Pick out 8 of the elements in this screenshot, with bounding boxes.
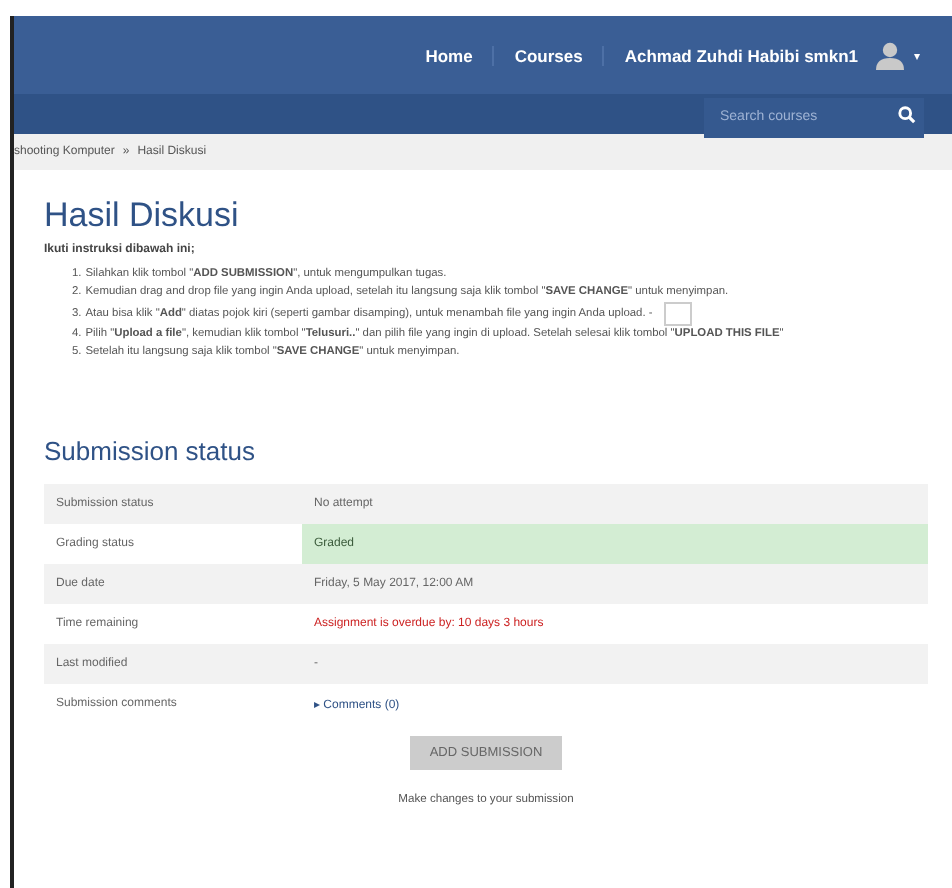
user-name[interactable]: Achmad Zuhdi Habibi smkn1 [604, 45, 866, 65]
page-title: Hasil Diskusi [44, 196, 241, 236]
file-button-icon [664, 302, 693, 326]
avatar-icon[interactable] [874, 41, 906, 69]
section-title: Submission status [44, 436, 257, 466]
nav-link[interactable]: Courses [494, 45, 605, 65]
nav-link[interactable]: Home [405, 45, 495, 65]
search-icon[interactable] [898, 105, 916, 123]
